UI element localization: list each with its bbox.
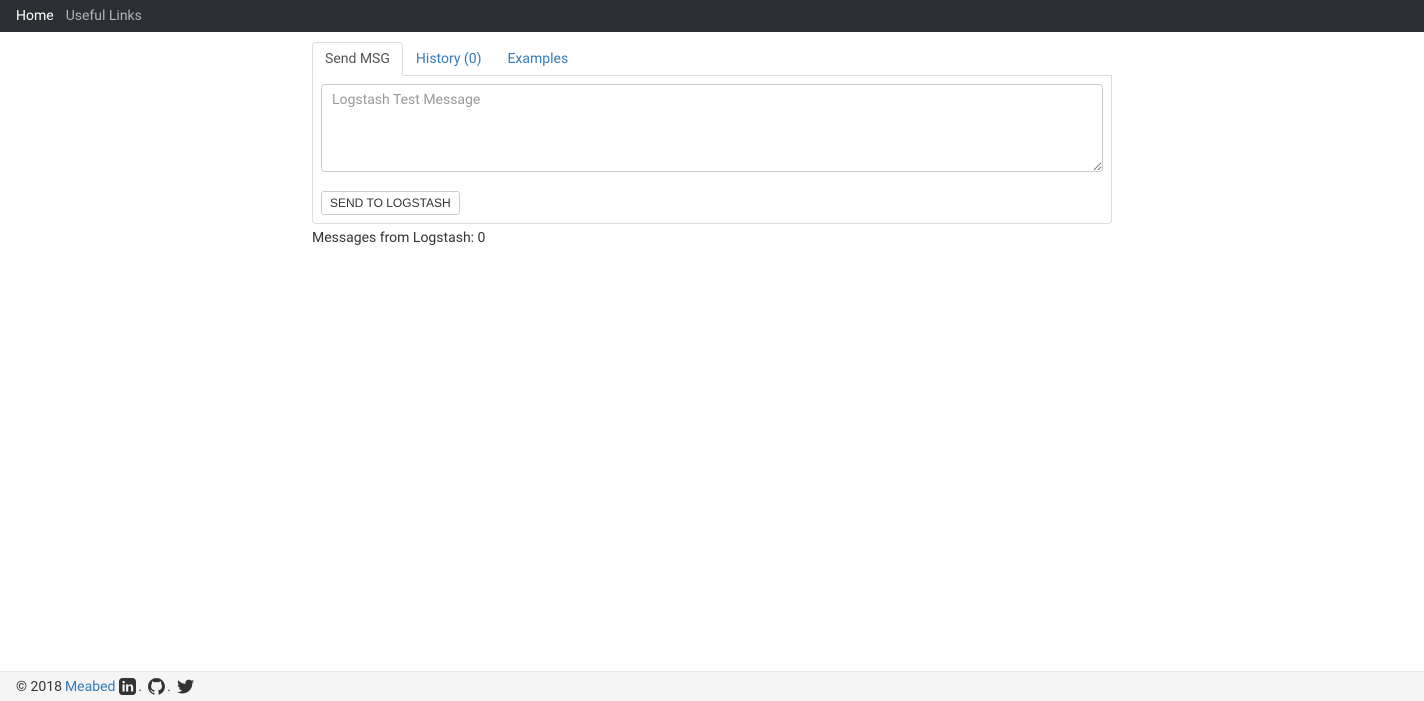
messages-from-logstash-label: Messages from Logstash: 0 [312, 230, 1112, 246]
nav-useful-links-link[interactable]: Useful Links [66, 8, 142, 24]
footer: © 2018 Meabed . . [0, 671, 1424, 701]
tab-container: Send MSG History (0) Examples SEND TO LO… [312, 42, 1112, 224]
twitter-icon[interactable] [177, 678, 194, 695]
copyright-text: © 2018 [16, 679, 62, 695]
tab-examples[interactable]: Examples [494, 42, 581, 76]
nav-home-link[interactable]: Home [16, 8, 54, 24]
send-to-logstash-button[interactable]: SEND TO LOGSTASH [321, 191, 460, 215]
navbar: Home Useful Links [0, 0, 1424, 32]
separator-dot: . [167, 679, 171, 695]
github-icon[interactable] [148, 678, 165, 695]
tab-send-msg[interactable]: Send MSG [312, 42, 403, 76]
tab-history[interactable]: History (0) [403, 42, 495, 76]
message-textarea[interactable] [321, 84, 1103, 172]
main-content: Send MSG History (0) Examples SEND TO LO… [0, 32, 1424, 671]
nav-tabs: Send MSG History (0) Examples [312, 42, 1112, 76]
tab-examples-link[interactable]: Examples [494, 42, 581, 76]
tab-send-msg-link[interactable]: Send MSG [312, 42, 403, 76]
tab-history-link[interactable]: History (0) [403, 42, 495, 76]
author-link[interactable]: Meabed [65, 679, 115, 695]
tab-content: SEND TO LOGSTASH [312, 76, 1112, 224]
linkedin-icon[interactable] [119, 678, 136, 695]
separator-dot: . [138, 679, 142, 695]
